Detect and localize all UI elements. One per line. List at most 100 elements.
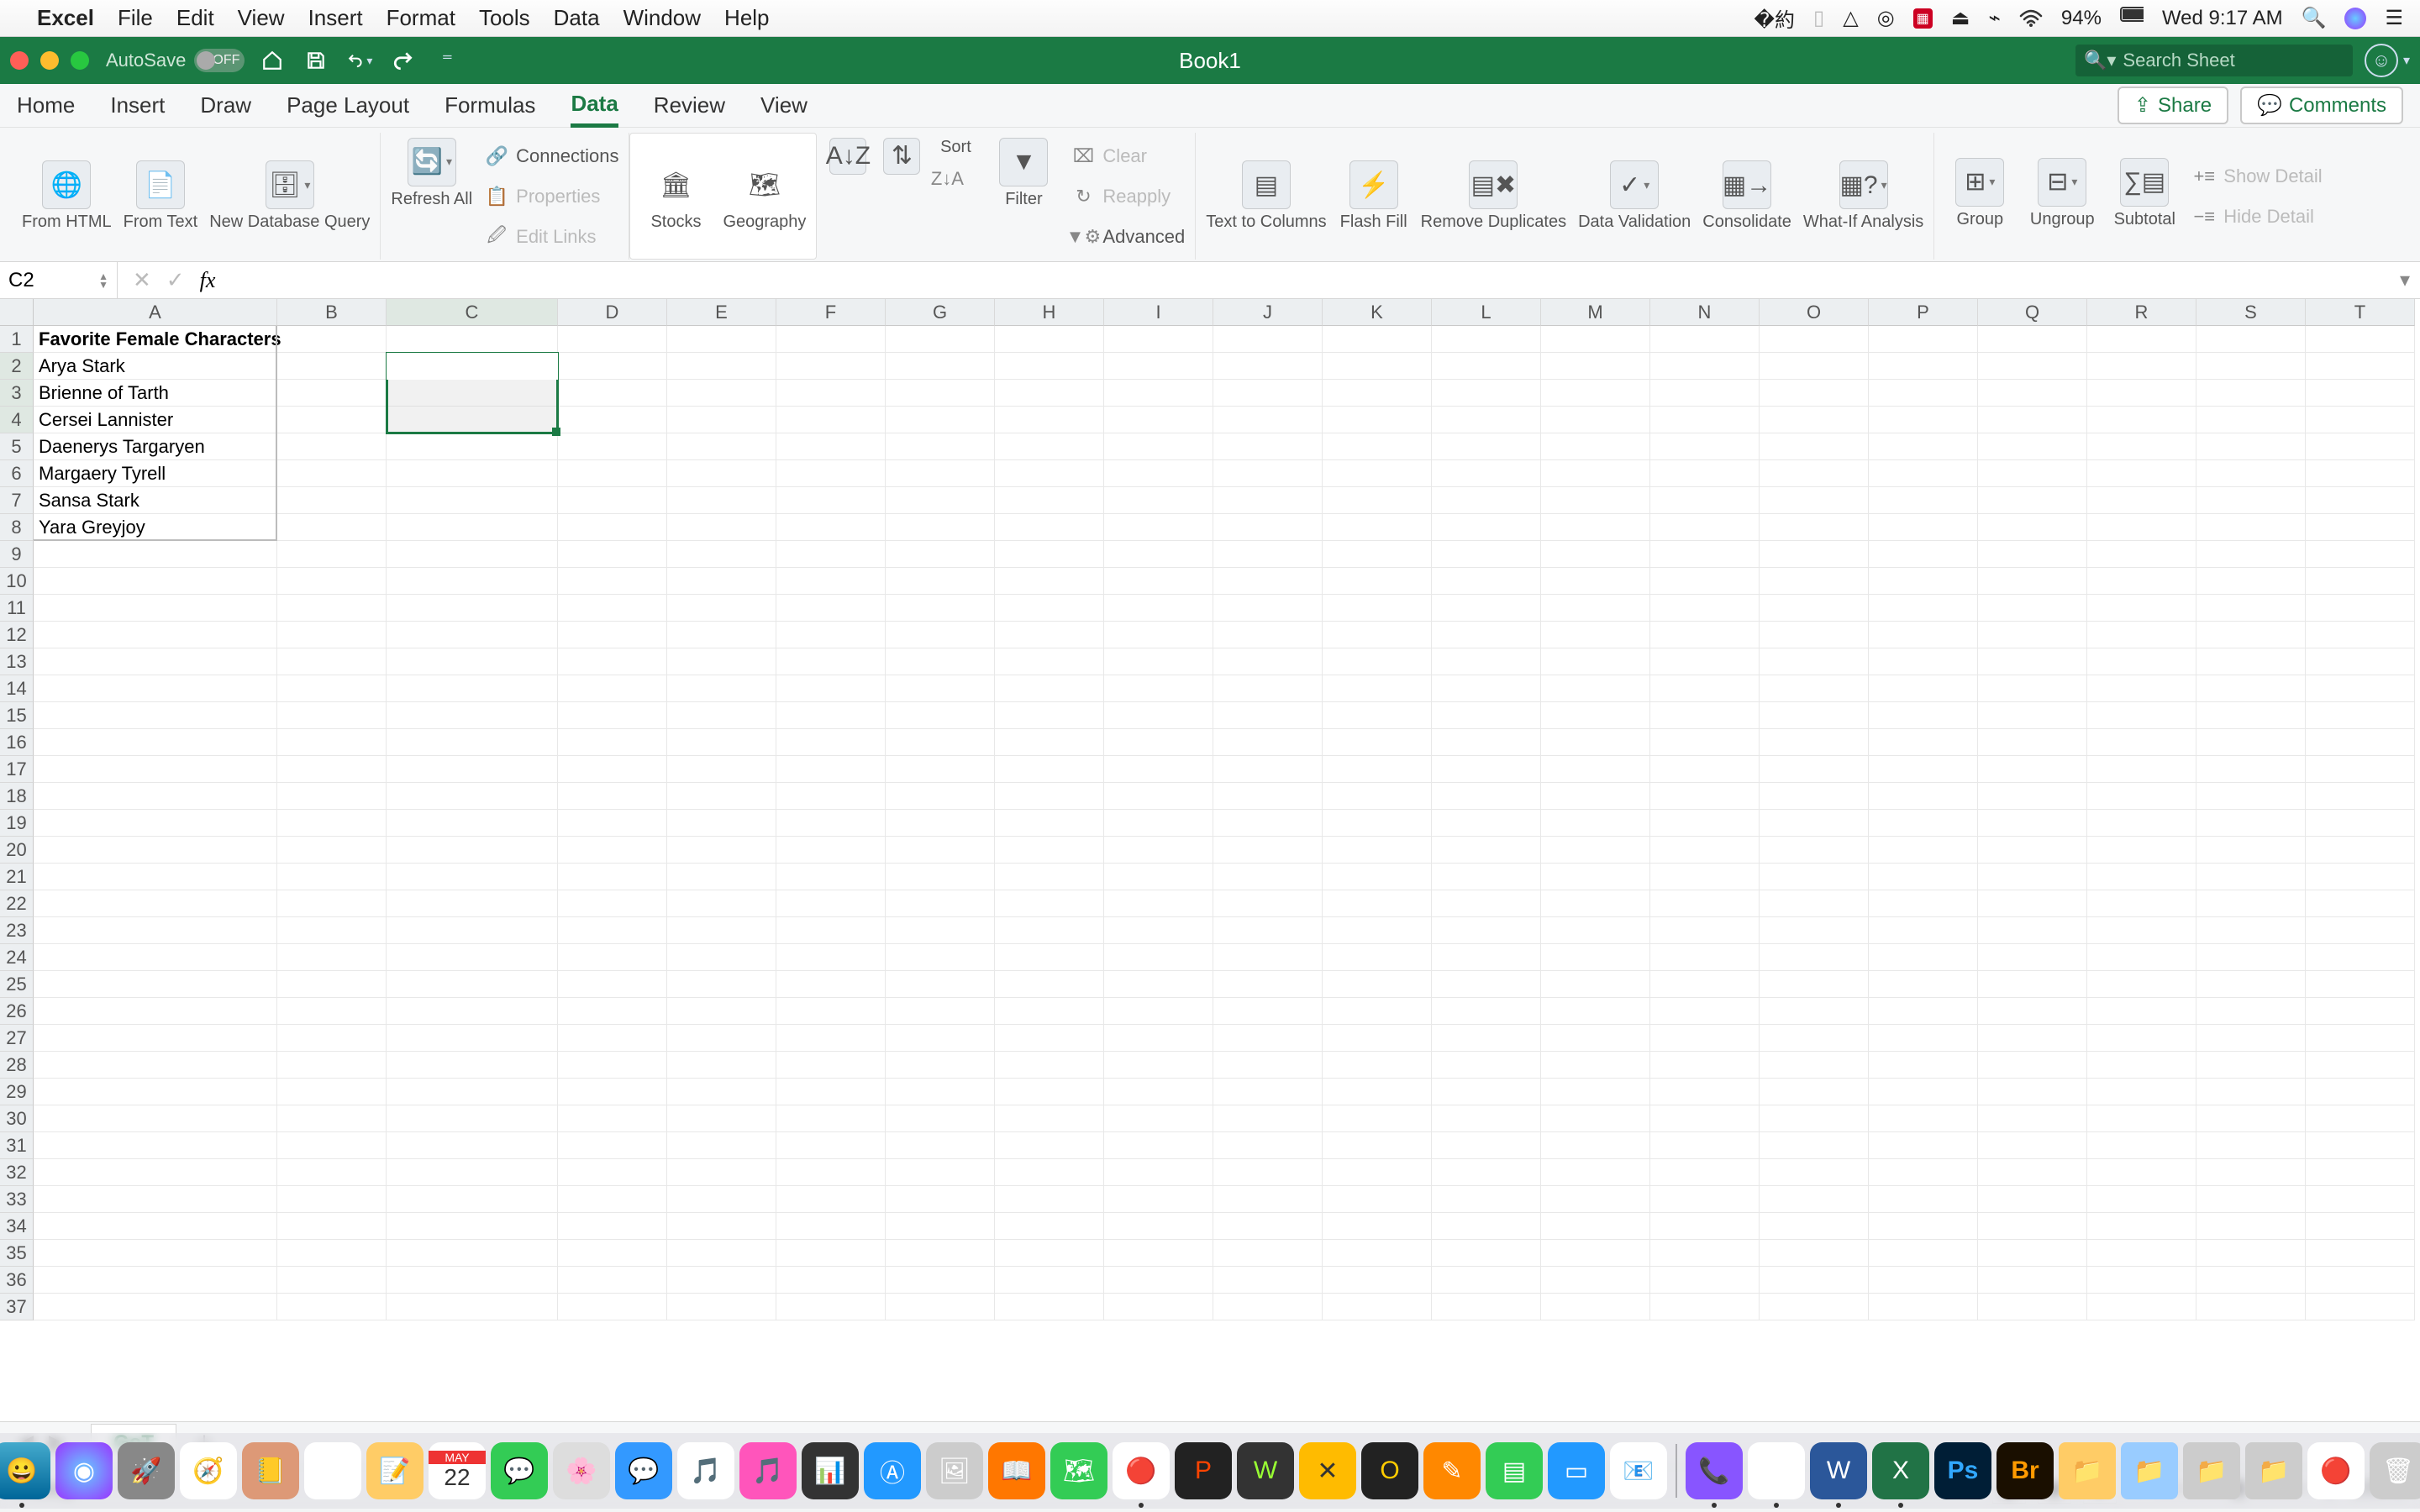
cell-D11[interactable] [558, 595, 667, 622]
cell-N17[interactable] [1650, 756, 1760, 783]
cell-I29[interactable] [1104, 1079, 1213, 1105]
cell-M5[interactable] [1541, 433, 1650, 460]
stocks-button[interactable]: 🏛Stocks [640, 160, 711, 232]
cell-L11[interactable] [1432, 595, 1541, 622]
cell-Q36[interactable] [1978, 1267, 2087, 1294]
cell-O32[interactable] [1760, 1159, 1869, 1186]
cell-G1[interactable] [886, 326, 995, 353]
cell-Q22[interactable] [1978, 890, 2087, 917]
name-box[interactable]: C2 ▲▼ [0, 262, 118, 298]
cell-O31[interactable] [1760, 1132, 1869, 1159]
row-header-28[interactable]: 28 [0, 1052, 34, 1079]
cell-A24[interactable] [34, 944, 277, 971]
cell-I26[interactable] [1104, 998, 1213, 1025]
cell-D34[interactable] [558, 1213, 667, 1240]
cell-A4[interactable]: Cersei Lannister [34, 407, 277, 433]
cell-P20[interactable] [1869, 837, 1978, 864]
cell-O13[interactable] [1760, 648, 1869, 675]
cell-C22[interactable] [387, 890, 558, 917]
row-header-16[interactable]: 16 [0, 729, 34, 756]
wifi-icon[interactable] [2019, 7, 2043, 30]
cell-B23[interactable] [277, 917, 387, 944]
cell-A20[interactable] [34, 837, 277, 864]
cell-F34[interactable] [776, 1213, 886, 1240]
cell-Q20[interactable] [1978, 837, 2087, 864]
cell-C34[interactable] [387, 1213, 558, 1240]
cell-E36[interactable] [667, 1267, 776, 1294]
cell-R28[interactable] [2087, 1052, 2196, 1079]
column-header-I[interactable]: I [1104, 299, 1213, 326]
cell-R33[interactable] [2087, 1186, 2196, 1213]
cell-R22[interactable] [2087, 890, 2196, 917]
cell-F20[interactable] [776, 837, 886, 864]
cell-T14[interactable] [2306, 675, 2415, 702]
new-db-query-button[interactable]: 🗄▾New Database Query [209, 160, 370, 232]
row-header-26[interactable]: 26 [0, 998, 34, 1025]
cell-Q18[interactable] [1978, 783, 2087, 810]
column-header-T[interactable]: T [2306, 299, 2415, 326]
cell-I36[interactable] [1104, 1267, 1213, 1294]
cell-I18[interactable] [1104, 783, 1213, 810]
cell-J15[interactable] [1213, 702, 1323, 729]
cell-D18[interactable] [558, 783, 667, 810]
cell-L36[interactable] [1432, 1267, 1541, 1294]
notification-center-icon[interactable]: ☰ [2385, 6, 2403, 30]
cell-B30[interactable] [277, 1105, 387, 1132]
cell-I4[interactable] [1104, 407, 1213, 433]
cell-H21[interactable] [995, 864, 1104, 890]
cell-K35[interactable] [1323, 1240, 1432, 1267]
cell-N23[interactable] [1650, 917, 1760, 944]
cell-H20[interactable] [995, 837, 1104, 864]
cell-R10[interactable] [2087, 568, 2196, 595]
cancel-formula-icon[interactable]: ✕ [133, 267, 151, 293]
dock-stocks[interactable]: 📊 [802, 1442, 859, 1499]
cell-G6[interactable] [886, 460, 995, 487]
cell-M24[interactable] [1541, 944, 1650, 971]
cell-K3[interactable] [1323, 380, 1432, 407]
cell-I1[interactable] [1104, 326, 1213, 353]
cell-J3[interactable] [1213, 380, 1323, 407]
cell-J16[interactable] [1213, 729, 1323, 756]
cell-S29[interactable] [2196, 1079, 2306, 1105]
column-header-B[interactable]: B [277, 299, 387, 326]
cell-C37[interactable] [387, 1294, 558, 1320]
cell-B26[interactable] [277, 998, 387, 1025]
cell-E15[interactable] [667, 702, 776, 729]
cell-L2[interactable] [1432, 353, 1541, 380]
cell-L30[interactable] [1432, 1105, 1541, 1132]
cell-F14[interactable] [776, 675, 886, 702]
cell-M33[interactable] [1541, 1186, 1650, 1213]
cell-R19[interactable] [2087, 810, 2196, 837]
cell-M4[interactable] [1541, 407, 1650, 433]
cell-A22[interactable] [34, 890, 277, 917]
cell-E30[interactable] [667, 1105, 776, 1132]
cell-B24[interactable] [277, 944, 387, 971]
cell-O30[interactable] [1760, 1105, 1869, 1132]
cell-N10[interactable] [1650, 568, 1760, 595]
cell-P11[interactable] [1869, 595, 1978, 622]
cell-F27[interactable] [776, 1025, 886, 1052]
cell-G5[interactable] [886, 433, 995, 460]
cell-H9[interactable] [995, 541, 1104, 568]
cell-E20[interactable] [667, 837, 776, 864]
row-header-9[interactable]: 9 [0, 541, 34, 568]
group-button[interactable]: ⊞▾Group [1944, 158, 2015, 229]
home-icon[interactable] [260, 48, 285, 73]
cell-A15[interactable] [34, 702, 277, 729]
cell-G35[interactable] [886, 1240, 995, 1267]
cell-S30[interactable] [2196, 1105, 2306, 1132]
cell-R23[interactable] [2087, 917, 2196, 944]
cell-G27[interactable] [886, 1025, 995, 1052]
cell-Q30[interactable] [1978, 1105, 2087, 1132]
cell-P22[interactable] [1869, 890, 1978, 917]
dropbox-icon[interactable]: �約 [1754, 3, 1795, 33]
spreadsheet-grid[interactable]: ABCDEFGHIJKLMNOPQRST 1234567891011121314… [0, 299, 2420, 1421]
cell-S5[interactable] [2196, 433, 2306, 460]
cell-N21[interactable] [1650, 864, 1760, 890]
cell-Q28[interactable] [1978, 1052, 2087, 1079]
cell-S32[interactable] [2196, 1159, 2306, 1186]
sort-dialog-button[interactable]: ⇅ [881, 138, 923, 175]
row-header-14[interactable]: 14 [0, 675, 34, 702]
cell-N30[interactable] [1650, 1105, 1760, 1132]
cell-C1[interactable] [387, 326, 558, 353]
